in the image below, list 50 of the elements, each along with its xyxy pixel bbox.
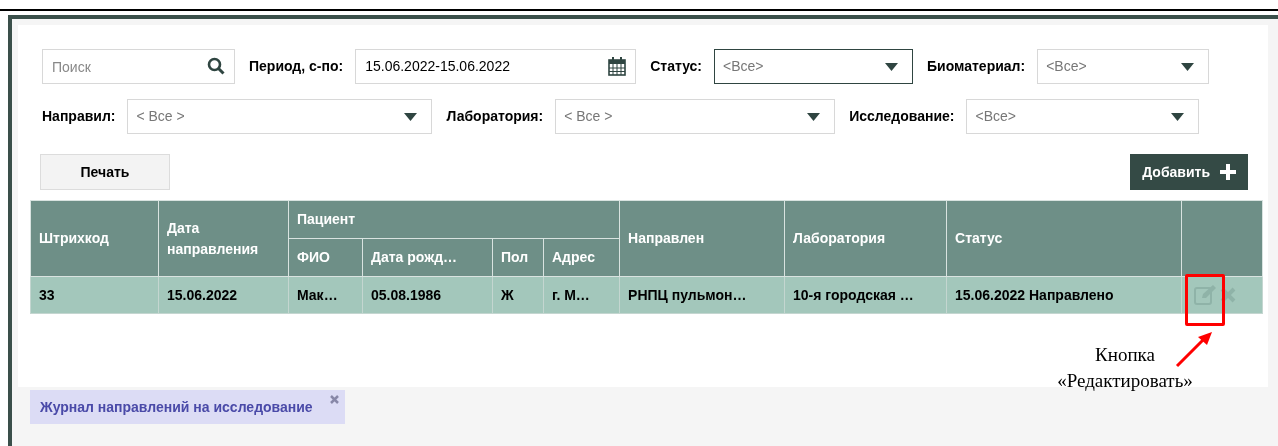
table-cell: 15.06.2022 bbox=[158, 276, 289, 314]
plus-icon bbox=[1220, 164, 1236, 180]
table-cell: 05.08.1986 bbox=[362, 276, 493, 314]
pointer-arrow bbox=[1174, 331, 1214, 369]
column-header: Направлен bbox=[619, 200, 785, 277]
calendar-icon bbox=[608, 57, 627, 76]
annotation-text: «Редактировать» bbox=[1057, 369, 1193, 393]
caret-icon bbox=[1171, 112, 1185, 121]
table-cell: 15.06.2022 Направлено bbox=[946, 276, 1182, 314]
caret-icon bbox=[885, 62, 898, 71]
highlight-frame bbox=[1185, 274, 1225, 326]
column-header: Пол bbox=[492, 238, 544, 277]
search-icon[interactable] bbox=[207, 57, 225, 75]
column-header: Статус bbox=[946, 200, 1182, 277]
table-cell: 33 bbox=[30, 276, 159, 314]
field-label: Исследование: bbox=[849, 107, 955, 126]
column-header: Лаборатория bbox=[784, 200, 947, 277]
print-button[interactable]: Печать bbox=[40, 154, 170, 190]
select-field[interactable]: <Все> bbox=[1037, 49, 1210, 84]
caret-icon bbox=[404, 112, 418, 121]
close-icon[interactable] bbox=[329, 395, 339, 404]
field-label: Направил: bbox=[42, 107, 116, 126]
column-header: Дата рожд… bbox=[362, 238, 493, 277]
column-header: Дата направления bbox=[158, 200, 289, 277]
select-field[interactable]: < Все > bbox=[127, 99, 433, 134]
column-group-header: Пациент bbox=[288, 200, 620, 239]
tab[interactable]: Журнал направлений на исследование bbox=[30, 390, 345, 424]
table-cell: г. М… bbox=[543, 276, 620, 314]
field-label: Лаборатория: bbox=[446, 107, 544, 126]
table-cell: РНПЦ пульмон… bbox=[619, 276, 785, 314]
table-cell: Ж bbox=[492, 276, 544, 314]
column-header: Адрес bbox=[543, 238, 620, 277]
table-row[interactable]: 33 15.06.2022 Мак… 05.08.1986 Ж г. М… РНПЦ пульмон… 10-я городская … 15.06.2022 Направлено bbox=[30, 276, 1263, 314]
add-button[interactable]: Добавить bbox=[1130, 154, 1248, 190]
column-header: ФИО bbox=[288, 238, 363, 277]
caret-icon bbox=[1181, 62, 1195, 71]
search-field[interactable]: Поиск bbox=[42, 49, 235, 84]
field-label: Статус: bbox=[650, 57, 702, 76]
caret-icon bbox=[807, 112, 821, 121]
select-field[interactable]: < Все > bbox=[555, 99, 836, 134]
select-field[interactable]: <Все> bbox=[966, 99, 1200, 134]
annotation-text: Кнопка bbox=[1095, 343, 1155, 367]
field-label: Биоматериал: bbox=[927, 57, 1026, 76]
date-field[interactable]: 15.06.2022-15.06.2022 bbox=[355, 49, 637, 84]
table-cell: Мак… bbox=[288, 276, 363, 314]
delete-icon[interactable] bbox=[1220, 287, 1237, 303]
field-label: Период, с-по: bbox=[249, 57, 344, 76]
column-header: Штрихкод bbox=[30, 200, 159, 277]
select-field[interactable]: <Все> bbox=[714, 49, 913, 84]
table-cell: 10-я городская … bbox=[784, 276, 947, 314]
